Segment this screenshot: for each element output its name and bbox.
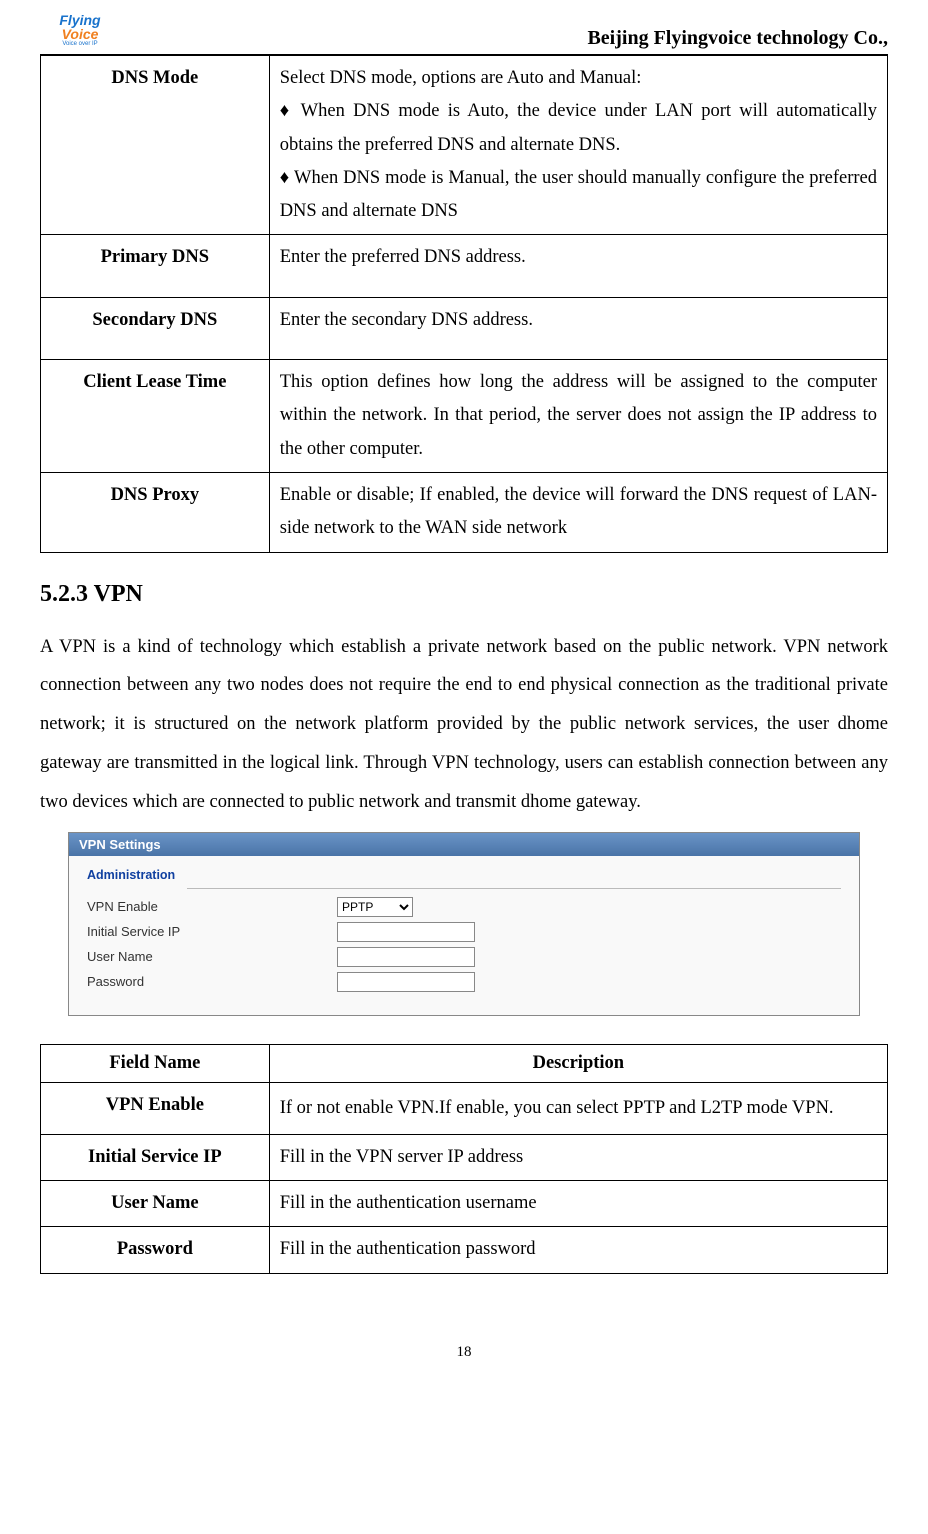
vpn-enable-select[interactable]: PPTP bbox=[337, 897, 413, 917]
field-description: Enable or disable; If enabled, the devic… bbox=[269, 472, 887, 552]
logo-text-bottom: Voice bbox=[62, 27, 99, 41]
table-row: DNS Mode Select DNS mode, options are Au… bbox=[41, 56, 888, 235]
username-input[interactable] bbox=[337, 947, 475, 967]
field-description: Select DNS mode, options are Auto and Ma… bbox=[269, 56, 887, 235]
field-description: Enter the preferred DNS address. bbox=[269, 235, 887, 297]
field-description: If or not enable VPN.If enable, you can … bbox=[269, 1082, 887, 1134]
field-description: Fill in the authentication username bbox=[269, 1180, 887, 1226]
form-row: User Name bbox=[87, 947, 841, 967]
field-label: Initial Service IP bbox=[41, 1134, 270, 1180]
table-row: VPN Enable If or not enable VPN.If enabl… bbox=[41, 1082, 888, 1134]
field-label: Client Lease Time bbox=[41, 360, 270, 473]
table-row: Primary DNS Enter the preferred DNS addr… bbox=[41, 235, 888, 297]
vpn-enable-label: VPN Enable bbox=[87, 899, 337, 914]
fieldset-label: Administration bbox=[87, 868, 841, 882]
field-label: DNS Proxy bbox=[41, 472, 270, 552]
page-number: 18 bbox=[40, 1344, 888, 1361]
table-row: Client Lease Time This option defines ho… bbox=[41, 360, 888, 473]
field-description: Enter the secondary DNS address. bbox=[269, 297, 887, 359]
password-input[interactable] bbox=[337, 972, 475, 992]
company-name: Beijing Flyingvoice technology Co., bbox=[587, 27, 888, 50]
table-row: User Name Fill in the authentication use… bbox=[41, 1180, 888, 1226]
field-label: Primary DNS bbox=[41, 235, 270, 297]
initial-service-ip-input[interactable] bbox=[337, 922, 475, 942]
logo: Flying Voice Voice over IP bbox=[40, 10, 120, 50]
field-label: VPN Enable bbox=[41, 1082, 270, 1134]
table-row: Password Fill in the authentication pass… bbox=[41, 1227, 888, 1273]
password-label: Password bbox=[87, 974, 337, 989]
dns-settings-table: DNS Mode Select DNS mode, options are Au… bbox=[40, 55, 888, 553]
field-label: DNS Mode bbox=[41, 56, 270, 235]
table-row: DNS Proxy Enable or disable; If enabled,… bbox=[41, 472, 888, 552]
table-row: Secondary DNS Enter the secondary DNS ad… bbox=[41, 297, 888, 359]
form-row: VPN Enable PPTP bbox=[87, 897, 841, 917]
field-description: Fill in the authentication password bbox=[269, 1227, 887, 1273]
field-description: This option defines how long the address… bbox=[269, 360, 887, 473]
form-row: Password bbox=[87, 972, 841, 992]
page-header: Flying Voice Voice over IP Beijing Flyin… bbox=[40, 10, 888, 55]
section-heading: 5.2.3 VPN bbox=[40, 581, 888, 608]
divider bbox=[187, 888, 841, 889]
vpn-settings-screenshot: VPN Settings Administration VPN Enable P… bbox=[68, 832, 860, 1016]
initial-service-ip-label: Initial Service IP bbox=[87, 924, 337, 939]
username-label: User Name bbox=[87, 949, 337, 964]
field-label: Secondary DNS bbox=[41, 297, 270, 359]
vpn-fields-table: Field Name Description VPN Enable If or … bbox=[40, 1044, 888, 1274]
column-header: Description bbox=[269, 1044, 887, 1082]
logo-subtitle: Voice over IP bbox=[62, 41, 97, 47]
table-row: Initial Service IP Fill in the VPN serve… bbox=[41, 1134, 888, 1180]
field-label: Password bbox=[41, 1227, 270, 1273]
column-header: Field Name bbox=[41, 1044, 270, 1082]
section-paragraph: A VPN is a kind of technology which esta… bbox=[40, 628, 888, 822]
form-row: Initial Service IP bbox=[87, 922, 841, 942]
table-header-row: Field Name Description bbox=[41, 1044, 888, 1082]
screenshot-titlebar: VPN Settings bbox=[69, 833, 859, 856]
field-description: Fill in the VPN server IP address bbox=[269, 1134, 887, 1180]
field-label: User Name bbox=[41, 1180, 270, 1226]
logo-text-top: Flying bbox=[59, 13, 100, 27]
